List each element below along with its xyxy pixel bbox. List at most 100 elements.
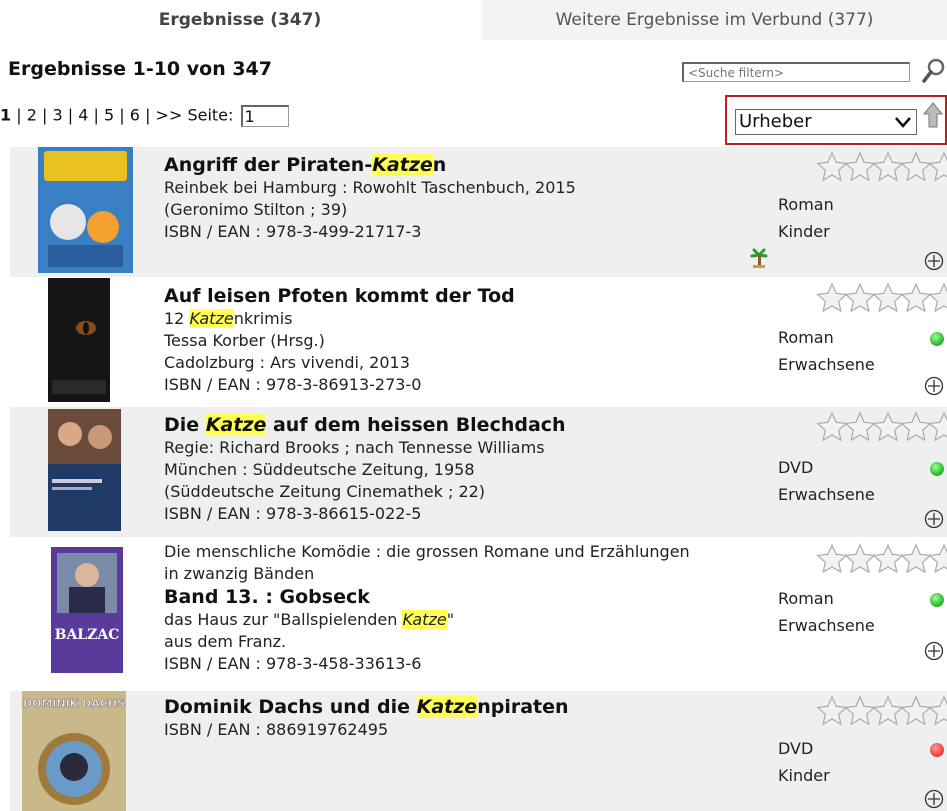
result-line: Reinbek bei Hamburg : Rowohlt Taschenbuc… <box>164 178 576 197</box>
page-link[interactable]: 2 <box>27 106 37 125</box>
result-line: (Süddeutsche Zeitung Cinemathek ; 22) <box>164 482 486 501</box>
star-icon[interactable] <box>900 151 932 182</box>
page-current: 1 <box>0 105 12 125</box>
tab-network-results[interactable]: Weitere Ergebnisse im Verbund (377) <box>482 0 947 40</box>
star-icon[interactable] <box>844 543 876 574</box>
audience: Erwachsene <box>778 485 875 504</box>
result-text: Die menschliche Komödie : die grossen Ro… <box>164 541 690 675</box>
media-type: Roman <box>778 589 834 608</box>
result-meta: Roman Erwachsene <box>778 585 875 639</box>
availability-indicator <box>930 593 944 607</box>
result-line: Regie: Richard Brooks ; nach Tennesse Wi… <box>164 438 545 457</box>
result-meta: DVD Kinder <box>778 735 830 789</box>
tab-results[interactable]: Ergebnisse (347) <box>0 0 480 40</box>
result-title[interactable]: Dominik Dachs und die Katzenpiraten <box>164 695 569 719</box>
result-title[interactable]: Band 13. : Gobseck <box>164 585 690 609</box>
page-link[interactable]: 3 <box>52 106 62 125</box>
sort-direction-icon[interactable] <box>923 102 943 128</box>
audience: Kinder <box>778 222 830 241</box>
star-icon[interactable] <box>816 282 848 313</box>
media-type: Roman <box>778 195 834 214</box>
page-link[interactable]: 4 <box>78 106 88 125</box>
add-icon[interactable] <box>924 376 944 396</box>
cover-image[interactable] <box>48 278 110 402</box>
add-icon[interactable] <box>924 789 944 809</box>
star-icon[interactable] <box>928 543 947 574</box>
result-line: ISBN / EAN : 978-3-86615-022-5 <box>164 504 422 523</box>
star-icon[interactable] <box>900 282 932 313</box>
result-line: München : Süddeutsche Zeitung, 1958 <box>164 460 475 479</box>
page-next-link[interactable]: >> <box>156 106 183 125</box>
result-subtitle: das Haus zur "Ballspielenden Katze" <box>164 610 455 629</box>
star-icon[interactable] <box>816 543 848 574</box>
star-icon[interactable] <box>844 151 876 182</box>
add-icon[interactable] <box>924 251 944 271</box>
page-link[interactable]: 5 <box>104 106 114 125</box>
star-icon[interactable] <box>900 695 932 726</box>
audience: Kinder <box>778 766 830 785</box>
result-tabs: Ergebnisse (347) Weitere Ergebnisse im V… <box>0 0 947 40</box>
page-number-input[interactable]: 1 <box>240 105 289 127</box>
search-icon[interactable] <box>922 57 946 85</box>
result-line: Cadolzburg : Ars vivendi, 2013 <box>164 353 410 372</box>
audience: Erwachsene <box>778 616 875 635</box>
star-icon[interactable] <box>872 151 904 182</box>
filter-input[interactable] <box>682 62 910 82</box>
audience: Erwachsene <box>778 355 875 374</box>
rating-stars[interactable] <box>816 695 947 727</box>
star-icon[interactable] <box>816 695 848 726</box>
star-icon[interactable] <box>900 543 932 574</box>
star-icon[interactable] <box>928 151 947 182</box>
result-title[interactable]: Angriff der Piraten-Katzen <box>164 153 576 177</box>
pagination: 1 | 2 | 3 | 4 | 5 | 6 | >> Seite: 1 <box>0 105 289 127</box>
result-subtitle: 12 Katzenkrimis <box>164 309 293 328</box>
result-line: (Geronimo Stilton ; 39) <box>164 200 348 219</box>
svg-text:BALZAC: BALZAC <box>55 627 120 643</box>
rating-stars[interactable] <box>816 543 947 575</box>
result-row: BALZAC Die menschliche Komödie : die gro… <box>10 539 947 715</box>
result-line: ISBN / EAN : 886919762495 <box>164 720 389 739</box>
star-icon[interactable] <box>844 695 876 726</box>
star-icon[interactable] <box>872 695 904 726</box>
result-row: Die Katze auf dem heissen Blechdach Regi… <box>10 407 947 537</box>
star-icon[interactable] <box>928 411 947 442</box>
add-icon[interactable] <box>924 509 944 529</box>
star-icon[interactable] <box>816 151 848 182</box>
cover-image[interactable] <box>38 147 133 273</box>
star-icon[interactable] <box>928 282 947 313</box>
media-type: DVD <box>778 458 814 477</box>
result-text: Die Katze auf dem heissen Blechdach Regi… <box>164 413 566 525</box>
cover-image[interactable]: DOMINIK DACHS <box>22 691 126 811</box>
star-icon[interactable] <box>872 282 904 313</box>
availability-indicator <box>930 332 944 346</box>
star-icon[interactable] <box>816 411 848 442</box>
result-line: aus dem Franz. <box>164 632 287 651</box>
result-meta: DVD Erwachsene <box>778 454 875 508</box>
star-icon[interactable] <box>844 411 876 442</box>
star-icon[interactable] <box>928 695 947 726</box>
add-icon[interactable] <box>924 641 944 661</box>
chevron-down-icon <box>895 117 911 128</box>
result-line: ISBN / EAN : 978-3-499-21717-3 <box>164 222 422 241</box>
cover-image[interactable] <box>48 409 121 531</box>
rating-stars[interactable] <box>816 282 947 314</box>
page-link[interactable]: 6 <box>130 106 140 125</box>
result-text: Auf leisen Pfoten kommt der Tod 12 Katze… <box>164 284 515 396</box>
result-title[interactable]: Auf leisen Pfoten kommt der Tod <box>164 284 515 308</box>
result-title[interactable]: Die Katze auf dem heissen Blechdach <box>164 413 566 437</box>
rating-stars[interactable] <box>816 151 947 183</box>
star-icon[interactable] <box>872 543 904 574</box>
sort-control: Urheber <box>725 95 947 145</box>
star-icon[interactable] <box>872 411 904 442</box>
star-icon[interactable] <box>900 411 932 442</box>
result-meta: Roman Kinder <box>778 191 834 245</box>
result-meta: Roman Erwachsene <box>778 324 875 378</box>
sort-select[interactable]: Urheber <box>735 109 917 135</box>
cover-image[interactable]: BALZAC <box>51 547 123 673</box>
rating-stars[interactable] <box>816 411 947 443</box>
availability-indicator <box>930 462 944 476</box>
result-row: Auf leisen Pfoten kommt der Tod 12 Katze… <box>10 278 947 405</box>
star-icon[interactable] <box>844 282 876 313</box>
result-line: Tessa Korber (Hrsg.) <box>164 331 325 350</box>
availability-indicator <box>930 743 944 757</box>
